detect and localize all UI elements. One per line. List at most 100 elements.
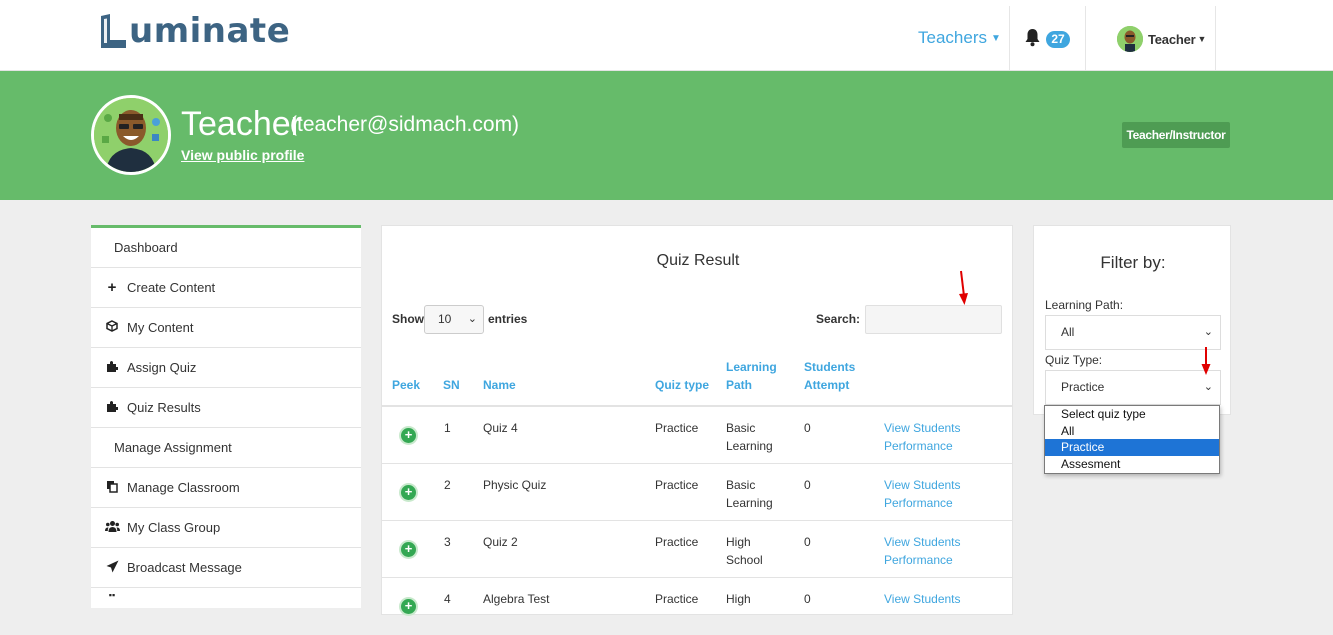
- header-line: Attempt: [804, 378, 850, 392]
- peek-plus-icon[interactable]: +: [401, 542, 416, 557]
- entries-label: entries: [488, 312, 528, 326]
- sidebar-item-broadcast-message[interactable]: Broadcast Message: [91, 548, 361, 588]
- cell-name: Algebra Test: [483, 592, 550, 606]
- nav-divider: [1009, 6, 1010, 70]
- sidebar-menu: Dashboard + Create Content My Content As…: [91, 225, 361, 608]
- entries-per-page-select[interactable]: 10 ⌄: [424, 305, 484, 334]
- bell-icon[interactable]: [1024, 28, 1041, 47]
- sidebar-item-more[interactable]: ▪▪: [91, 588, 361, 608]
- sidebar-item-quiz-results[interactable]: Quiz Results: [91, 388, 361, 428]
- sidebar-item-manage-assignment[interactable]: Manage Assignment: [91, 428, 361, 468]
- view-public-profile-link[interactable]: View public profile: [181, 147, 304, 163]
- cell-sn: 4: [444, 592, 451, 606]
- table-row: + 3 Quiz 2 Practice High School 0 View S…: [382, 521, 1013, 578]
- cell-name: Quiz 2: [483, 535, 518, 549]
- column-header-sn[interactable]: SN: [443, 376, 460, 394]
- view-students-performance-link[interactable]: View Students Performance: [884, 533, 961, 569]
- sidebar-item-label: My Class Group: [127, 520, 221, 535]
- header-line: Students: [804, 360, 856, 374]
- sidebar-item-label: Manage Classroom: [127, 480, 240, 495]
- learning-path-select[interactable]: All ⌄: [1045, 315, 1221, 350]
- chevron-down-icon: ⌄: [467, 313, 477, 325]
- sidebar-item-label: Assign Quiz: [127, 360, 197, 375]
- cell-line: High: [726, 535, 751, 549]
- cell-attempts: 0: [804, 421, 811, 435]
- cell-line: School: [726, 553, 763, 567]
- peek-plus-icon[interactable]: +: [401, 599, 416, 614]
- cell-sn: 3: [444, 535, 451, 549]
- annotation-arrow-icon: [1201, 347, 1211, 375]
- quiz-type-option[interactable]: Assesment: [1045, 456, 1219, 473]
- sidebar-item-assign-quiz[interactable]: Assign Quiz: [91, 348, 361, 388]
- nav-divider: [1085, 6, 1086, 70]
- filter-title: Filter by:: [1100, 253, 1166, 272]
- plus-icon: +: [107, 279, 117, 296]
- cell-attempts: 0: [804, 592, 811, 606]
- cell-learning-path: High: [726, 590, 751, 608]
- learning-path-label: Learning Path:: [1045, 298, 1124, 312]
- quiz-result-panel: Quiz Result Show 10 ⌄ entries Search: Pe…: [381, 225, 1013, 615]
- link-line: Performance: [884, 439, 953, 453]
- filter-panel: Filter by: Learning Path: All ⌄ Quiz Typ…: [1033, 225, 1231, 415]
- cell-line: Basic: [726, 421, 756, 435]
- quiz-type-option-selected[interactable]: Practice: [1045, 439, 1219, 456]
- luminate-logo[interactable]: uminate: [98, 8, 290, 54]
- table-row: + 1 Quiz 4 Practice Basic Learning 0 Vie…: [382, 407, 1013, 464]
- teachers-menu[interactable]: Teachers ▼: [918, 28, 1001, 48]
- view-students-performance-link[interactable]: View Students Performance: [884, 419, 961, 455]
- cell-attempts: 0: [804, 478, 811, 492]
- sidebar-item-label: Manage Assignment: [114, 440, 232, 455]
- annotation-arrow-icon: [959, 270, 968, 305]
- caret-down-icon: ▼: [1197, 34, 1207, 44]
- view-students-performance-link[interactable]: View Students: [884, 590, 961, 608]
- quiz-type-select[interactable]: Practice ⌄: [1045, 370, 1221, 405]
- cell-learning-path: Basic Learning: [726, 476, 773, 512]
- entries-per-page-value: 10: [438, 312, 452, 326]
- link-line: Performance: [884, 496, 953, 510]
- logo-text: uminate: [129, 11, 291, 51]
- paper-plane-icon: [105, 560, 119, 576]
- column-header-peek[interactable]: Peek: [392, 376, 420, 394]
- peek-plus-icon[interactable]: +: [401, 428, 416, 443]
- sidebar-item-my-class-group[interactable]: My Class Group: [91, 508, 361, 548]
- column-header-learning-path[interactable]: Learning Path: [726, 358, 777, 394]
- sidebar-item-label: Broadcast Message: [127, 560, 242, 575]
- sidebar-item-dashboard[interactable]: Dashboard: [91, 228, 361, 268]
- cell-quiz-type: Practice: [655, 592, 699, 606]
- notification-count-badge[interactable]: 27: [1046, 31, 1070, 48]
- users-icon: ▪▪: [108, 590, 116, 600]
- learning-path-value: All: [1061, 325, 1075, 339]
- user-menu[interactable]: Teacher ▼: [1117, 26, 1206, 52]
- sidebar-item-create-content[interactable]: + Create Content: [91, 268, 361, 308]
- link-line: Performance: [884, 553, 953, 567]
- cell-quiz-type: Practice: [655, 478, 699, 492]
- cell-sn: 1: [444, 421, 451, 435]
- quiz-type-option[interactable]: Select quiz type: [1045, 406, 1219, 423]
- quiz-type-option[interactable]: All: [1045, 423, 1219, 440]
- profile-banner: Teacher (teacher@sidmach.com) View publi…: [0, 71, 1333, 200]
- quiz-type-value: Practice: [1061, 380, 1105, 394]
- column-header-name[interactable]: Name: [483, 376, 516, 394]
- quiz-result-title: Quiz Result: [656, 252, 740, 269]
- link-line: View Students: [884, 478, 961, 492]
- cell-line: High: [726, 592, 751, 606]
- sidebar-item-manage-classroom[interactable]: Manage Classroom: [91, 468, 361, 508]
- sidebar-item-label: Dashboard: [114, 240, 178, 255]
- view-students-performance-link[interactable]: View Students Performance: [884, 476, 961, 512]
- cell-line: Learning: [726, 439, 773, 453]
- column-header-students-attempt[interactable]: Students Attempt: [804, 358, 855, 394]
- sidebar-item-my-content[interactable]: My Content: [91, 308, 361, 348]
- column-header-quiz-type[interactable]: Quiz type: [655, 376, 709, 394]
- sidebar-item-label: Create Content: [127, 280, 216, 295]
- table-row: + 4 Algebra Test Practice High 0 View St…: [382, 578, 1013, 635]
- search-input[interactable]: [865, 305, 1002, 334]
- cell-quiz-type: Practice: [655, 535, 699, 549]
- peek-plus-icon[interactable]: +: [401, 485, 416, 500]
- sidebar-item-label: My Content: [127, 320, 194, 335]
- profile-avatar[interactable]: [91, 95, 171, 175]
- avatar: [1117, 26, 1143, 52]
- link-line: View Students: [884, 592, 961, 606]
- user-menu-label: Teacher: [1148, 31, 1196, 47]
- chevron-down-icon: ⌄: [1203, 326, 1213, 338]
- cell-name: Quiz 4: [483, 421, 518, 435]
